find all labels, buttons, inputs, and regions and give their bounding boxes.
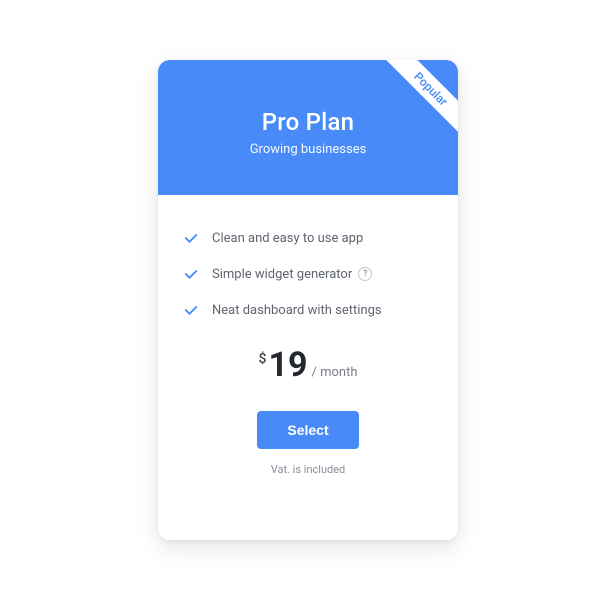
feature-item: Clean and easy to use app: [182, 229, 434, 247]
vat-note: Vat. is included: [182, 463, 434, 476]
feature-label: Neat dashboard with settings: [212, 303, 382, 318]
feature-item: Neat dashboard with settings: [182, 301, 434, 319]
price-currency: $: [259, 351, 267, 367]
feature-label: Simple widget generator: [212, 267, 352, 282]
price-period: / month: [311, 365, 357, 380]
help-icon[interactable]: ?: [358, 267, 372, 281]
feature-label: Clean and easy to use app: [212, 231, 363, 246]
select-button[interactable]: Select: [257, 411, 358, 449]
feature-list: Clean and easy to use app Simple widget …: [182, 229, 434, 319]
feature-item: Simple widget generator ?: [182, 265, 434, 283]
plan-subtitle: Growing businesses: [178, 142, 438, 157]
pricing-card: Popular Pro Plan Growing businesses Clea…: [158, 60, 458, 540]
check-icon: [182, 301, 200, 319]
check-icon: [182, 265, 200, 283]
price: $ 19 / month: [182, 345, 434, 385]
card-body: Clean and easy to use app Simple widget …: [158, 195, 458, 500]
check-icon: [182, 229, 200, 247]
card-header: Popular Pro Plan Growing businesses: [158, 60, 458, 195]
plan-title: Pro Plan: [178, 108, 438, 136]
price-amount: 19: [268, 345, 307, 385]
